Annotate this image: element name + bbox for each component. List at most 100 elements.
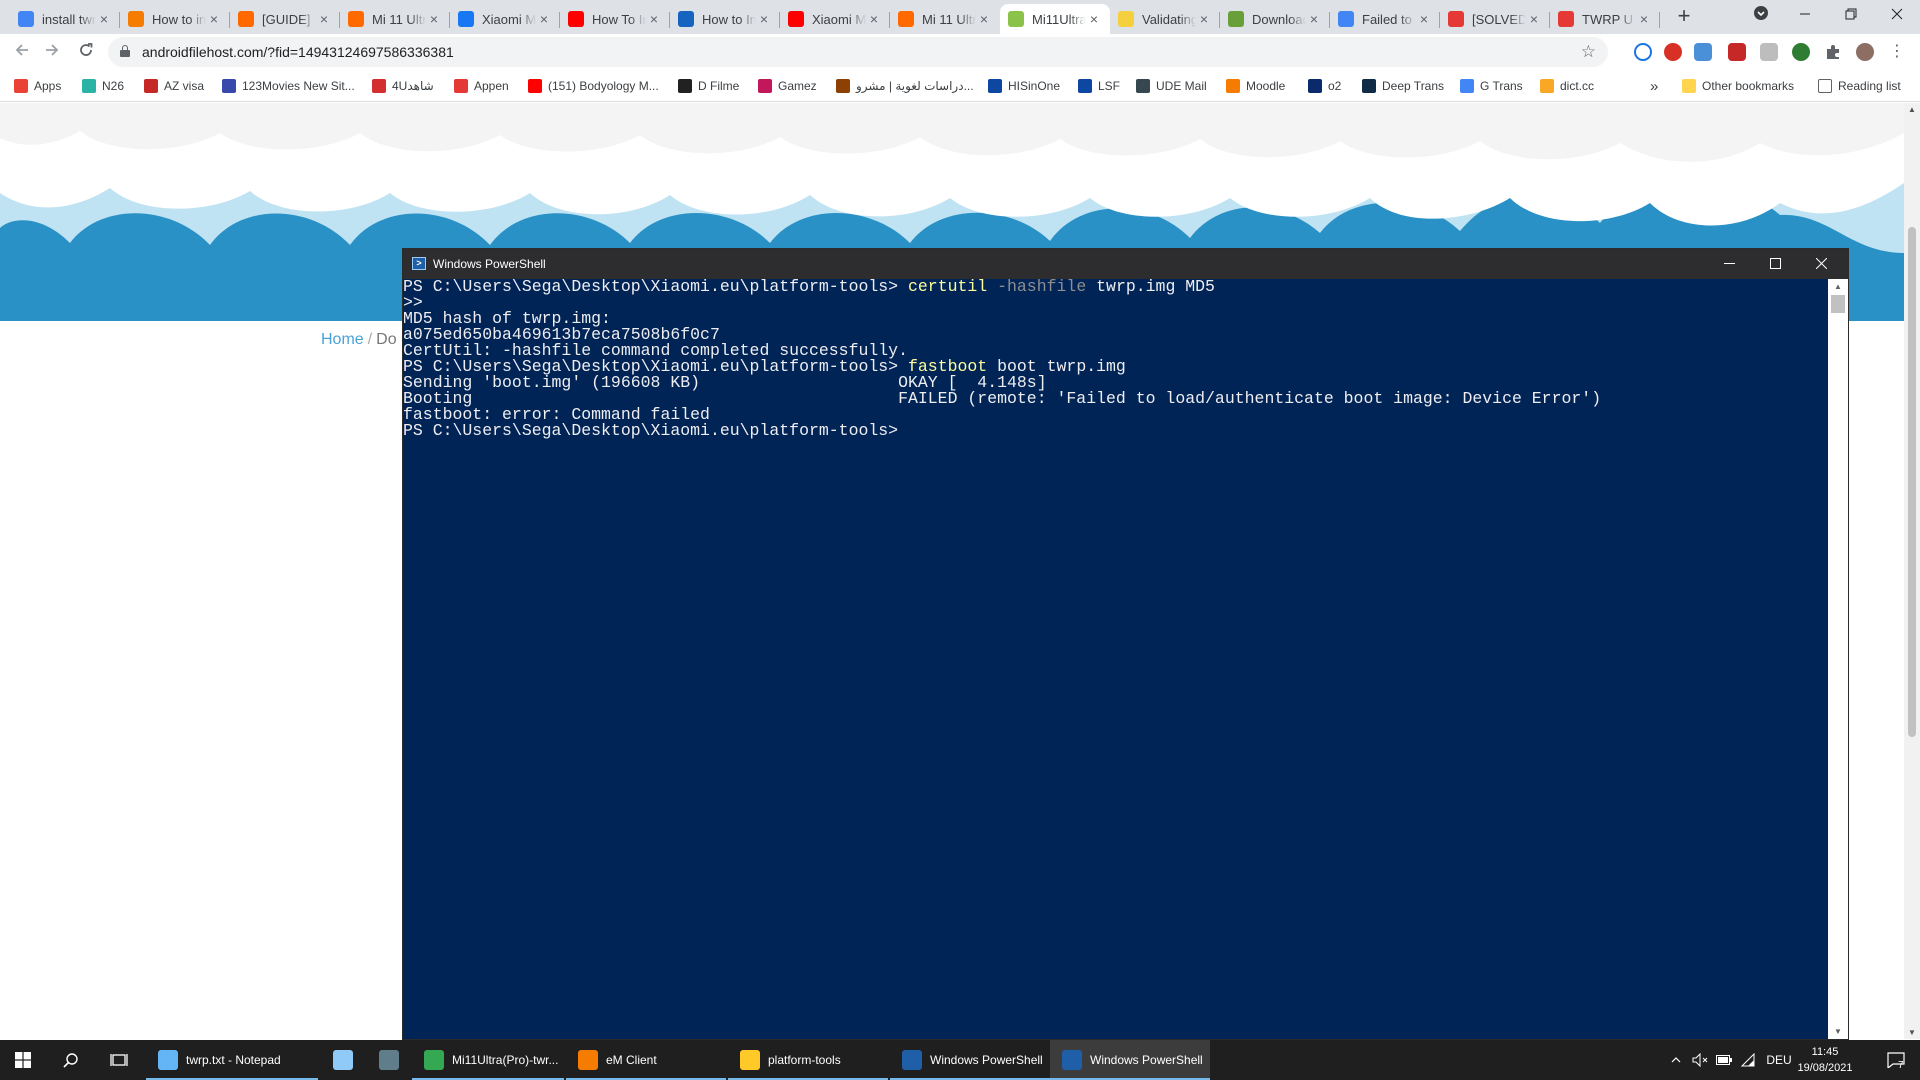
- start-button[interactable]: [0, 1040, 46, 1080]
- bookmark-item[interactable]: Moodle: [1226, 77, 1285, 95]
- bookmark-item[interactable]: Deep Trans: [1362, 77, 1444, 95]
- browser-tab[interactable]: Mi 11 Ultra×: [890, 4, 1000, 34]
- ps-minimize-icon[interactable]: [1706, 249, 1752, 279]
- minimize-icon[interactable]: [1782, 0, 1828, 30]
- browser-tab[interactable]: Mi 11 Ultra×: [340, 4, 450, 34]
- powershell-console[interactable]: PS C:\Users\Sega\Desktop\Xiaomi.eu\platf…: [403, 278, 1828, 1039]
- forward-arrow-icon[interactable]: [40, 40, 64, 64]
- browser-tab[interactable]: Validating ×: [1110, 4, 1220, 34]
- tab-close-icon[interactable]: ×: [646, 11, 662, 27]
- extension-circle-icon[interactable]: [1634, 43, 1652, 61]
- browser-tab[interactable]: How to install×: [120, 4, 230, 34]
- tab-close-icon[interactable]: ×: [756, 11, 772, 27]
- tray-chevron-up-icon[interactable]: [1666, 1040, 1686, 1080]
- extension-red-icon[interactable]: [1728, 43, 1746, 61]
- console-scroll-up-icon[interactable]: ▲: [1828, 282, 1848, 291]
- reading-list[interactable]: Reading list: [1818, 77, 1901, 95]
- task-view-icon[interactable]: [96, 1040, 142, 1080]
- bookmarks-overflow-chevron[interactable]: »: [1650, 77, 1658, 95]
- bookmark-item[interactable]: (151) Bodyology M...: [528, 77, 659, 95]
- bookmark-item[interactable]: N26: [82, 77, 124, 95]
- bookmark-item[interactable]: دراسات لغوية | مشرو...: [836, 77, 974, 95]
- tab-close-icon[interactable]: ×: [206, 11, 222, 27]
- reload-icon[interactable]: [74, 40, 98, 64]
- powershell-window[interactable]: > Windows PowerShell PS C:\Users\Sega\De…: [402, 248, 1849, 1040]
- taskbar-app-button[interactable]: platform-tools: [728, 1040, 888, 1080]
- bookmark-item[interactable]: Apps: [14, 77, 61, 95]
- taskbar-app-button[interactable]: eM Client: [566, 1040, 726, 1080]
- volume-muted-icon[interactable]: [1690, 1040, 1710, 1080]
- extensions-puzzle-icon[interactable]: [1824, 43, 1842, 61]
- tab-close-icon[interactable]: ×: [976, 11, 992, 27]
- action-center-icon[interactable]: 7: [1876, 1040, 1916, 1080]
- browser-tab[interactable]: [GUIDE] ×: [230, 4, 340, 34]
- address-url[interactable]: androidfilehost.com/?fid=149431246975863…: [142, 44, 454, 60]
- tab-close-icon[interactable]: ×: [866, 11, 882, 27]
- browser-tab[interactable]: Xiaomi Mi ×: [780, 4, 890, 34]
- bookmark-item[interactable]: 123Movies New Sit...: [222, 77, 355, 95]
- browser-tab[interactable]: Download ×: [1220, 4, 1330, 34]
- tab-close-icon[interactable]: ×: [536, 11, 552, 27]
- browser-tab[interactable]: Xiaomi Mi ×: [450, 4, 560, 34]
- close-icon[interactable]: [1874, 0, 1920, 30]
- bookmark-item[interactable]: o2: [1308, 77, 1341, 95]
- extension-grey-icon[interactable]: [1760, 43, 1778, 61]
- bookmark-item[interactable]: D Filme: [678, 77, 739, 95]
- browser-tab[interactable]: [SOLVED] ×: [1440, 4, 1550, 34]
- system-clock[interactable]: 11:45 19/08/2021: [1784, 1044, 1866, 1076]
- bookmark-item[interactable]: Appen: [454, 77, 509, 95]
- page-scrollbar-thumb[interactable]: [1908, 227, 1916, 737]
- bookmark-item[interactable]: 4Uشاهد: [372, 77, 434, 95]
- taskbar-app-button[interactable]: [320, 1040, 366, 1080]
- browser-tab[interactable]: Failed to ×: [1330, 4, 1440, 34]
- search-icon[interactable]: [48, 1040, 94, 1080]
- browser-tab[interactable]: install twrp×: [10, 4, 120, 34]
- scroll-up-arrow-icon[interactable]: ▲: [1904, 105, 1920, 114]
- other-bookmarks[interactable]: Other bookmarks: [1682, 77, 1794, 95]
- bookmark-item[interactable]: dict.cc: [1540, 77, 1594, 95]
- bookmark-item[interactable]: LSF: [1078, 77, 1120, 95]
- taskbar-app-button[interactable]: Windows PowerShell: [890, 1040, 1050, 1080]
- ps-close-icon[interactable]: [1798, 249, 1844, 279]
- tab-close-icon[interactable]: ×: [1306, 11, 1322, 27]
- address-bar[interactable]: androidfilehost.com/?fid=149431246975863…: [108, 37, 1608, 67]
- page-scrollbar[interactable]: ▲ ▼: [1904, 103, 1920, 1039]
- taskbar-app-button[interactable]: [366, 1040, 412, 1080]
- translate-extension-icon[interactable]: [1694, 43, 1712, 61]
- browser-tab[interactable]: How to Install×: [670, 4, 780, 34]
- restore-icon[interactable]: [1828, 0, 1874, 30]
- bookmark-item[interactable]: AZ visa: [144, 77, 204, 95]
- breadcrumb-home-link[interactable]: Home: [321, 331, 364, 348]
- bookmark-item[interactable]: Gamez: [758, 77, 817, 95]
- lock-icon[interactable]: [120, 45, 130, 57]
- browser-tab[interactable]: TWRP U ×: [1550, 4, 1660, 34]
- taskbar-app-button[interactable]: Windows PowerShell: [1050, 1040, 1210, 1080]
- back-arrow-icon[interactable]: [10, 40, 34, 64]
- bookmark-item[interactable]: HISinOne: [988, 77, 1060, 95]
- taskbar-app-button[interactable]: twrp.txt - Notepad: [146, 1040, 318, 1080]
- scroll-down-arrow-icon[interactable]: ▼: [1904, 1028, 1920, 1037]
- battery-icon[interactable]: [1714, 1040, 1734, 1080]
- console-scrollbar-thumb[interactable]: [1831, 295, 1845, 313]
- bookmark-item[interactable]: G Trans: [1460, 77, 1523, 95]
- bookmark-item[interactable]: UDE Mail: [1136, 77, 1207, 95]
- extension-globe-icon[interactable]: [1792, 43, 1810, 61]
- tab-close-icon[interactable]: ×: [316, 11, 332, 27]
- tab-close-icon[interactable]: ×: [96, 11, 112, 27]
- ps-maximize-icon[interactable]: [1752, 249, 1798, 279]
- tab-close-icon[interactable]: ×: [426, 11, 442, 27]
- menu-dots-icon[interactable]: ⋮: [1888, 43, 1906, 61]
- console-scrollbar[interactable]: ▲ ▼: [1828, 279, 1848, 1039]
- extension-badge-icon[interactable]: [1664, 43, 1682, 61]
- wifi-icon[interactable]: [1738, 1040, 1758, 1080]
- profile-avatar[interactable]: [1856, 43, 1874, 61]
- tab-search-icon[interactable]: [1738, 0, 1784, 30]
- browser-tab[interactable]: How To Install×: [560, 4, 670, 34]
- console-scroll-down-icon[interactable]: ▼: [1828, 1027, 1848, 1036]
- tab-close-icon[interactable]: ×: [1636, 11, 1652, 27]
- tab-close-icon[interactable]: ×: [1086, 11, 1102, 27]
- powershell-titlebar[interactable]: > Windows PowerShell: [403, 249, 1848, 279]
- taskbar-app-button[interactable]: Mi11Ultra(Pro)-twr...: [412, 1040, 564, 1080]
- tab-close-icon[interactable]: ×: [1196, 11, 1212, 27]
- new-tab-button[interactable]: +: [1670, 4, 1698, 30]
